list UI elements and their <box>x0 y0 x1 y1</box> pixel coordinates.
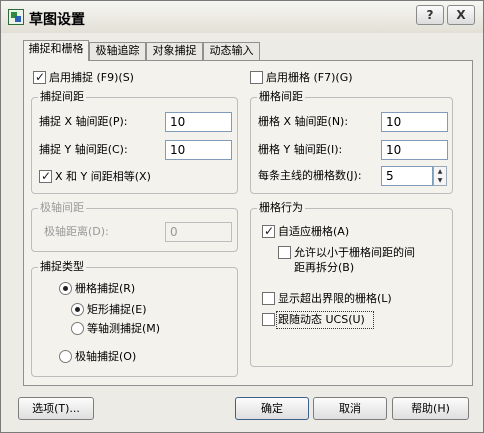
snap-type-group: 捕捉类型 栅格捕捉(R) 矩形捕捉(E) 等轴测捕捉(M) 极轴捕捉(O) <box>31 260 238 377</box>
iso-snap-radio[interactable] <box>71 322 84 335</box>
major-line-input[interactable]: 5 <box>381 166 433 186</box>
snap-spacing-title: 捕捉间距 <box>38 90 86 103</box>
snap-x-label: 捕捉 X 轴间距(P): <box>39 115 128 128</box>
grid-x-label: 栅格 X 轴间距(N): <box>258 115 349 128</box>
follow-ucs-label: 跟随动态 UCS(U) <box>278 313 365 326</box>
adaptive-grid-label: 自适应栅格(A) <box>278 225 350 238</box>
tab-snap-grid[interactable]: 捕捉和栅格 <box>23 40 89 61</box>
snap-y-label: 捕捉 Y 轴间距(C): <box>39 143 128 156</box>
snap-x-input[interactable]: 10 <box>165 112 232 132</box>
polar-distance-input: 0 <box>165 222 232 242</box>
grid-snap-label: 栅格捕捉(R) <box>75 282 136 295</box>
snap-y-input[interactable]: 10 <box>165 140 232 160</box>
equal-spacing-checkbox[interactable] <box>39 169 52 183</box>
tab-panel: 启用捕捉 (F9)(S) 捕捉间距 捕捉 X 轴间距(P): 10 捕捉 Y 轴… <box>23 60 473 386</box>
help-button[interactable]: 帮助(H) <box>392 397 469 420</box>
major-line-label: 每条主线的栅格数(J): <box>258 169 362 182</box>
title-bar[interactable]: 草图设置 ? X <box>1 1 483 33</box>
grid-spacing-group: 栅格间距 栅格 X 轴间距(N): 10 栅格 Y 轴间距(I): 10 每条主… <box>250 90 453 194</box>
enable-grid-checkbox[interactable] <box>250 71 263 84</box>
cancel-button[interactable]: 取消 <box>313 397 387 420</box>
grid-x-input[interactable]: 10 <box>381 112 448 132</box>
polar-snap-radio[interactable] <box>59 350 72 363</box>
polar-distance-label: 极轴距离(D): <box>44 225 109 238</box>
grid-spacing-title: 栅格间距 <box>257 90 305 103</box>
help-title-button[interactable]: ? <box>416 5 444 25</box>
enable-snap-label: 启用捕捉 (F9)(S) <box>49 71 134 84</box>
rect-snap-radio[interactable] <box>71 303 84 316</box>
options-button[interactable]: 选项(T)... <box>18 397 94 420</box>
beyond-limits-label: 显示超出界限的栅格(L) <box>278 292 392 305</box>
spin-down-icon[interactable]: ▼ <box>434 176 446 185</box>
polar-snap-label: 极轴捕捉(O) <box>75 350 137 363</box>
iso-snap-label: 等轴测捕捉(M) <box>87 322 161 335</box>
drafting-settings-dialog: 草图设置 ? X 捕捉和栅格 极轴追踪 对象捕捉 动态输入 启用捕捉 (F9)(… <box>0 0 484 433</box>
rect-snap-label: 矩形捕捉(E) <box>87 303 147 316</box>
subdivide-label-line1: 允许以小于栅格间距的间 <box>294 246 415 259</box>
snap-type-title: 捕捉类型 <box>38 260 86 273</box>
window-title: 草图设置 <box>29 12 85 28</box>
polar-spacing-group: 极轴间距 极轴距离(D): 0 <box>31 201 238 252</box>
adaptive-grid-checkbox[interactable] <box>262 224 275 238</box>
snap-spacing-group: 捕捉间距 捕捉 X 轴间距(P): 10 捕捉 Y 轴间距(C): 10 X 和… <box>31 90 238 194</box>
tab-dynamic-input[interactable]: 动态输入 <box>203 42 260 60</box>
equal-spacing-label: X 和 Y 间距相等(X) <box>55 170 151 183</box>
grid-behavior-group: 栅格行为 自适应栅格(A) 允许以小于栅格间距的间 距再拆分(B) 显示超出界限… <box>250 201 453 367</box>
grid-y-label: 栅格 Y 轴间距(I): <box>258 143 343 156</box>
enable-grid-label: 启用栅格 (F7)(G) <box>266 71 353 84</box>
tab-polar-tracking[interactable]: 极轴追踪 <box>89 42 146 60</box>
spin-up-icon[interactable]: ▲ <box>434 167 446 176</box>
grid-snap-radio[interactable] <box>59 282 72 295</box>
grid-behavior-title: 栅格行为 <box>257 201 305 214</box>
polar-spacing-title: 极轴间距 <box>38 201 86 214</box>
enable-snap-checkbox[interactable] <box>33 70 46 84</box>
subdivide-checkbox[interactable] <box>278 246 291 259</box>
app-icon <box>8 9 24 25</box>
beyond-limits-checkbox[interactable] <box>262 292 275 305</box>
close-button[interactable]: X <box>447 5 475 25</box>
ok-button[interactable]: 确定 <box>235 397 309 420</box>
subdivide-label-line2: 距再拆分(B) <box>294 261 355 274</box>
tab-object-snap[interactable]: 对象捕捉 <box>146 42 203 60</box>
follow-ucs-checkbox[interactable] <box>262 313 275 326</box>
major-line-spinner[interactable]: ▲ ▼ <box>433 166 447 186</box>
grid-y-input[interactable]: 10 <box>381 140 448 160</box>
